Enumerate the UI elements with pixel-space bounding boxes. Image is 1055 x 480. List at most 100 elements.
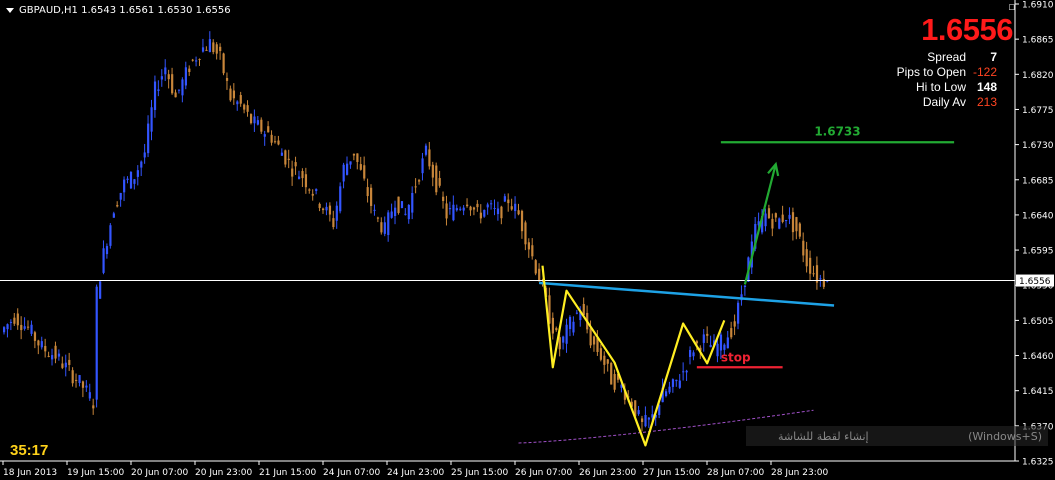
candle-body [191, 59, 194, 61]
candle-body [30, 324, 33, 334]
screenshot-tooltip: إنشاء لقطة للشاشة (Windows+S) [746, 426, 1048, 446]
candle-body [267, 126, 270, 133]
x-tick-label: 28 Jun 07:00 [707, 468, 764, 478]
candle-body [263, 134, 266, 137]
candle-body [407, 204, 410, 220]
candle-body [153, 81, 157, 110]
stat-label: Pips to Open [896, 65, 966, 79]
candle-body [785, 219, 788, 222]
candle-body [791, 212, 795, 233]
candle-body [678, 380, 681, 388]
candle-body [273, 141, 277, 143]
candle-body [668, 386, 671, 393]
candle-body [435, 165, 438, 193]
candle-body [342, 164, 345, 182]
candle-body [335, 205, 338, 221]
candle-body [445, 203, 448, 219]
candle-body [524, 222, 527, 245]
x-tick-label: 25 Jun 15:00 [451, 468, 508, 478]
x-tick-label: 19 Jun 15:00 [67, 468, 124, 478]
candle-body [129, 171, 133, 189]
candle-body [51, 355, 54, 360]
candle-body [575, 312, 579, 314]
candle-body [311, 193, 314, 196]
candle-body [297, 176, 301, 179]
stat-row-spread: Spread 7 [897, 50, 997, 65]
y-tick-label: 1.6865 [1022, 36, 1054, 46]
candle-body [723, 344, 726, 350]
candle-body [815, 265, 819, 283]
candle-body [466, 204, 469, 207]
candle-body [16, 313, 19, 326]
candle-body [507, 199, 510, 204]
candle-body [394, 207, 397, 217]
candle-body [716, 343, 719, 357]
candle-body [774, 213, 777, 218]
candle-body [57, 353, 61, 357]
candle-body [332, 218, 335, 228]
tooltip-text: إنشاء لقطة للشاشة [778, 430, 869, 443]
candle-body [592, 336, 596, 345]
candle-body [503, 196, 506, 202]
candle-body [689, 349, 692, 357]
candle-body [538, 268, 541, 282]
candle-body [490, 203, 493, 205]
candle-body [123, 179, 126, 193]
candle-body [212, 42, 215, 53]
candle-body [277, 140, 280, 145]
candle-body [603, 355, 606, 365]
stat-value: 148 [976, 80, 997, 94]
candle-body [95, 286, 98, 400]
candle-body [366, 187, 369, 197]
candle-body [692, 352, 695, 357]
candle-body [418, 180, 421, 182]
x-tick-label: 26 Jun 23:00 [579, 468, 636, 478]
candle-body [376, 217, 380, 219]
candle-body [33, 332, 37, 341]
close-icon[interactable]: ▫ [1008, 1, 1017, 12]
candle-body [147, 123, 150, 154]
candle-body [520, 210, 524, 232]
candle-body [812, 273, 815, 275]
candle-body [448, 208, 452, 210]
y-tick-label: 1.6685 [1022, 176, 1054, 186]
candle-body [442, 196, 445, 202]
candle-body [685, 370, 688, 373]
candle-body [81, 381, 85, 388]
candle-body [517, 210, 520, 215]
candle-body [23, 326, 26, 329]
candle-body [719, 334, 723, 351]
candle-body [92, 405, 95, 409]
x-tick-label: 18 Jun 2013 [3, 468, 57, 478]
candle-body [695, 341, 699, 344]
candle-body [253, 116, 256, 124]
candle-body [287, 158, 290, 160]
candle-body [565, 324, 568, 344]
candle-body [294, 162, 297, 167]
candle-body [346, 163, 349, 175]
x-tick-label: 26 Jun 07:00 [515, 468, 572, 478]
candle-body [64, 362, 67, 368]
candle-body [778, 218, 781, 229]
candle-body [85, 385, 88, 388]
candle-body [459, 208, 462, 210]
x-tick-label: 24 Jun 23:00 [387, 468, 444, 478]
candle-body [610, 363, 613, 385]
dropdown-triangle-icon[interactable] [6, 7, 14, 13]
candle-body [160, 76, 163, 80]
candle-body [157, 89, 160, 91]
candle-body [201, 47, 205, 52]
candle-body [733, 321, 736, 327]
candle-body [136, 170, 139, 177]
candle-body [496, 208, 500, 215]
candle-body [232, 90, 236, 99]
candle-body [184, 67, 187, 86]
candle-body [397, 196, 400, 213]
candle-timer: 35:17 [10, 442, 49, 459]
candle-body [229, 88, 232, 101]
candle-body [195, 60, 198, 62]
candle-body [781, 214, 784, 222]
candle-body [198, 58, 201, 60]
candle-body [438, 178, 441, 186]
candle-body [13, 317, 16, 324]
